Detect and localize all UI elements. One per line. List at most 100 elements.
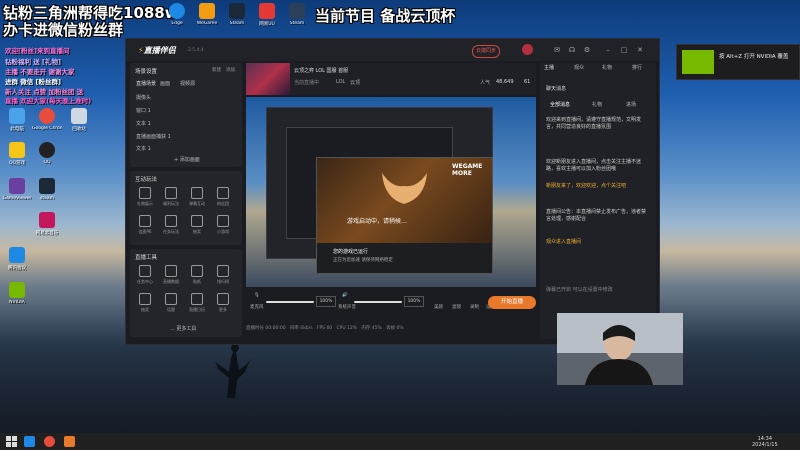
top-icon-edge[interactable]: Edge (162, 3, 192, 26)
desktop-icon-music[interactable]: 网易云音乐 (32, 212, 62, 236)
desktop-icon-meeting[interactable]: 腾讯会议 (2, 247, 32, 271)
chat-tabs-strip: 主播 观众 礼物 排行 (540, 62, 658, 74)
scene-add-button[interactable]: 添加 (226, 67, 235, 73)
minimize-icon[interactable]: – (604, 46, 612, 54)
status-memory: 内存 45% (361, 326, 382, 331)
desktop-icon-chrome[interactable]: Google Chrome (32, 108, 62, 131)
tool-fans[interactable]: 粉丝团 (212, 187, 234, 207)
chat-tab-enter[interactable]: 进场 (626, 101, 636, 108)
overlay-chat-2: 钻粉福利 送 [礼物] (5, 58, 61, 66)
scene-row[interactable]: 文本 1 (136, 120, 151, 127)
desktop-icon-computer[interactable]: 此电脑 (2, 108, 32, 132)
chat-strip-tab[interactable]: 主播 (544, 64, 554, 71)
tool-lottery[interactable]: 抽奖 (186, 215, 208, 235)
overlay-chat-6: 直播 欢迎大家(每天晚上准时) (5, 97, 92, 105)
chat-header: 聊天消息 (546, 86, 567, 92)
mic-volume-value[interactable]: 100% (316, 296, 336, 307)
avatar-icon[interactable] (522, 44, 533, 55)
headset-icon[interactable]: ☊ (568, 46, 576, 54)
fans-icon (217, 187, 229, 199)
webcam-person (557, 313, 683, 385)
mail-icon[interactable]: ✉ (553, 46, 561, 54)
overlay-chat-1: 欢迎[粉丝]来到直播间 (5, 47, 70, 55)
tool-minigame[interactable]: 小游戏 (212, 215, 234, 235)
taskbar-clock[interactable]: 14:34 2024/1/15 (752, 436, 778, 448)
task-view-icon[interactable] (24, 436, 35, 447)
qqgame-icon (9, 142, 25, 158)
chat-strip-tab[interactable]: 观众 (574, 64, 584, 71)
tool-pk[interactable]: 连麦PK (134, 215, 156, 235)
tool-more[interactable]: 更多 (212, 293, 234, 313)
tool-task-center[interactable]: 任务中心 (134, 265, 156, 285)
chat-tab-gift[interactable]: 礼物 (592, 101, 602, 108)
overlay-text-2: 办卡进微信粉丝群 (3, 21, 124, 39)
add-scene-button[interactable]: + 添加画面 (174, 156, 200, 163)
more-tools-link[interactable]: ... 更多工具 (170, 325, 196, 332)
desktop-icon-gameviewer[interactable]: GameViewer (2, 178, 32, 201)
live-preview[interactable]: WEGAME MORE 游戏启动中，请稍候… 您的游戏已运行 正在为您加速 请保… (246, 97, 536, 287)
wegame-icon (199, 3, 215, 19)
top-icon-steam2[interactable]: Steam (282, 3, 312, 26)
chat-tab-all[interactable]: 全部消息 (550, 101, 570, 108)
tool-task[interactable]: 任务玩法 (160, 215, 182, 235)
scene-row[interactable]: 窗口 1 (136, 107, 151, 114)
record-button[interactable]: 录制 (470, 304, 479, 310)
scene-tab-live[interactable]: 直播场景 (136, 80, 156, 87)
top-icon-wegame[interactable]: WeGame (192, 3, 222, 26)
scene-row[interactable]: 摄像头 (136, 94, 151, 101)
wegame-notice-bar: 您的游戏已运行 正在为您加速 请保持网络稳定 (317, 243, 492, 273)
filter-button[interactable]: 滤镜 (452, 304, 461, 310)
tool-data[interactable]: 直播数据 (160, 265, 182, 285)
scene-row[interactable]: 直播画面捕获 1 (136, 133, 171, 140)
gameviewer-icon (9, 178, 25, 194)
close-icon[interactable]: ✕ (636, 46, 644, 54)
start-icon[interactable] (6, 436, 17, 447)
interact-title: 互动玩法 (135, 177, 158, 183)
top-icon-steam[interactable]: Steam (222, 3, 252, 26)
mic-icon[interactable]: 🎙 (254, 293, 260, 298)
scene-tab-source[interactable]: 视频源 (180, 80, 195, 87)
tool-danmu[interactable]: 弹幕互动 (186, 187, 208, 207)
beauty-button[interactable]: 美颜 (434, 304, 443, 310)
top-icon-uu[interactable]: 网易UU (252, 3, 282, 27)
desktop-icon-qq[interactable]: QQ (32, 142, 62, 165)
overlay-program: 当前节目 备战云顶杯 (315, 7, 456, 25)
tool-welfare[interactable]: 福利玩法 (160, 187, 182, 207)
game-title: 云顶之弈 LOL 国服 首服 (294, 68, 349, 74)
steam-icon (229, 3, 245, 19)
settings-icon (165, 293, 177, 305)
chrome-taskbar-icon[interactable] (44, 436, 55, 447)
scene-new-button[interactable]: 新建 (212, 67, 221, 73)
tool-gift[interactable]: 礼物展示 (134, 187, 156, 207)
tool-calendar[interactable]: 直播日历 (186, 293, 208, 313)
wegame-dialog: WEGAME MORE 游戏启动中，请稍候… 您的游戏已运行 正在为您加速 请保… (316, 157, 493, 274)
desktop-icon-recycle[interactable]: 回收站 (64, 108, 94, 132)
mic-volume-slider[interactable] (266, 301, 314, 303)
status-fps: FPS 60 (316, 326, 333, 331)
tool-draw[interactable]: 抽奖 (134, 293, 156, 313)
scene-row[interactable]: 文本 1 (136, 145, 151, 152)
tool-sticker[interactable]: 贴纸 (186, 265, 208, 285)
sys-sound-label: 系统声音 (338, 305, 356, 310)
settings-icon[interactable]: ⚙ (583, 46, 591, 54)
sys-volume-value[interactable]: 100% (404, 296, 424, 307)
chat-strip-tab[interactable]: 礼物 (602, 64, 612, 71)
maximize-icon[interactable]: □ (620, 46, 628, 54)
start-live-button[interactable]: 开始直播 (488, 296, 536, 309)
cloud-sync-button[interactable]: 云端同步 (472, 45, 500, 58)
chat-strip-tab[interactable]: 排行 (632, 64, 642, 71)
speaker-icon[interactable]: 🔊 (342, 293, 348, 298)
scene-tab-screen[interactable]: 画面 (160, 80, 170, 87)
chat-message-highlight: 新朋友来了，欢迎欢迎，点个关注吧 (546, 183, 627, 189)
live-companion-taskbar-icon[interactable] (64, 436, 75, 447)
desktop-icon-steam[interactable]: steam (32, 178, 62, 201)
tool-topic[interactable]: 话题 (160, 293, 182, 313)
app-logo: ⚡直播伴侣 (138, 46, 176, 55)
danmu-icon (191, 187, 203, 199)
desktop-icon-qqgame[interactable]: QQ游戏 (2, 142, 32, 166)
nvidia-notification[interactable]: 按 Alt+Z 打开 NVIDIA 覆盖 (676, 44, 800, 80)
chat-message-highlight: 观众进入直播间 (546, 239, 582, 245)
desktop-icon-nvidia[interactable]: NVIDIA (2, 282, 32, 305)
tool-rank[interactable]: 排行榜 (212, 265, 234, 285)
sys-volume-slider[interactable] (354, 301, 402, 303)
